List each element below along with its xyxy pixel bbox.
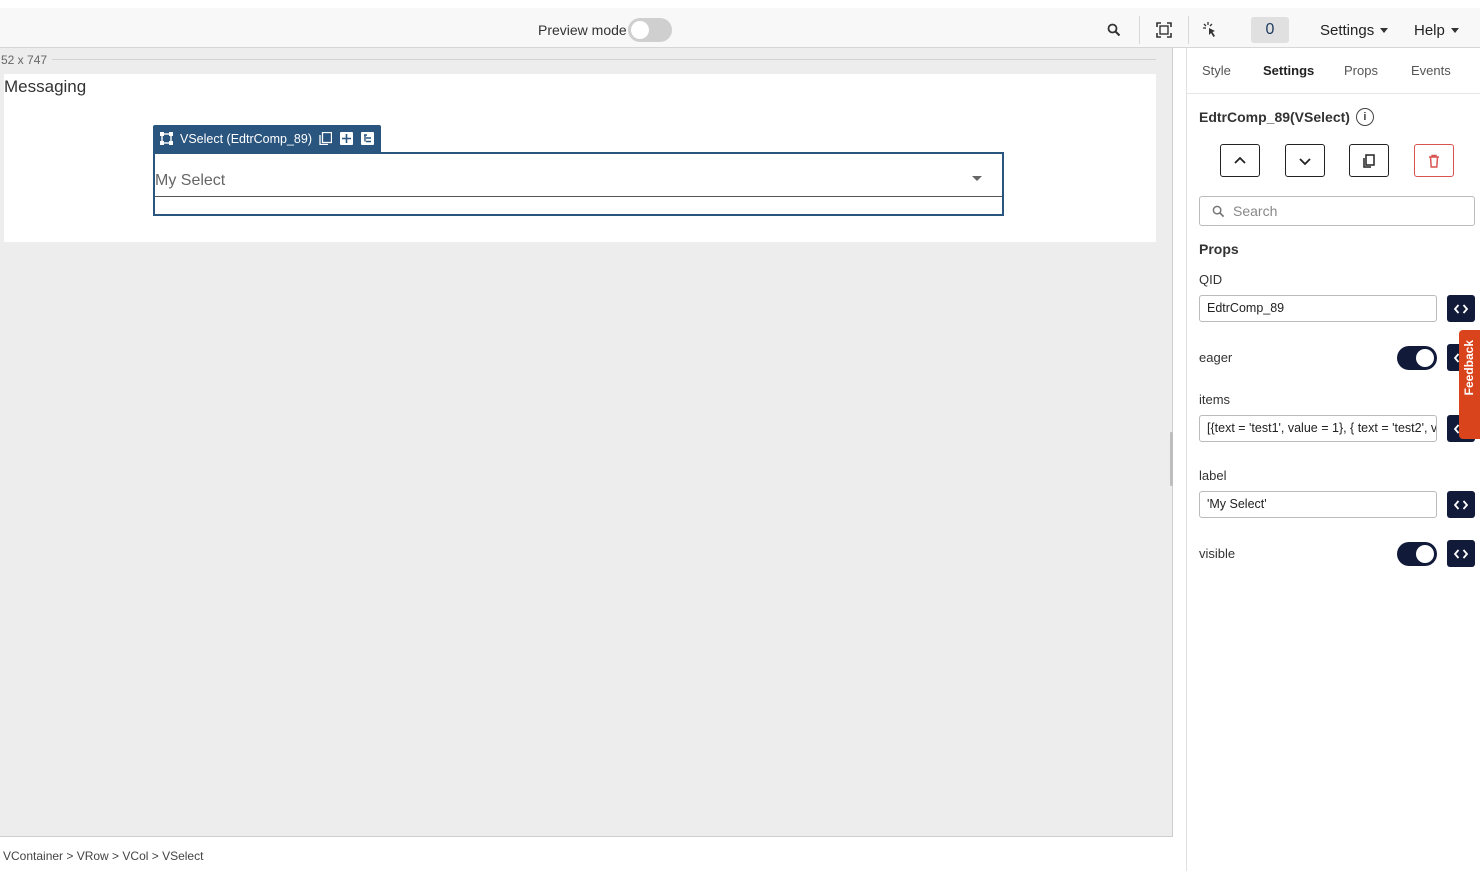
feedback-tab[interactable]: Feedback [1459,330,1480,439]
tab-settings[interactable]: Settings [1263,63,1314,78]
tab-style[interactable]: Style [1202,63,1231,78]
chevron-up-icon [1234,156,1246,164]
props-section-title: Props [1199,241,1239,257]
visible-toggle[interactable] [1397,542,1437,566]
search-placeholder: Search [1233,203,1278,219]
code-icon [1454,303,1468,314]
copy-icon[interactable] [318,131,333,146]
panel-resize-handle[interactable] [1170,432,1173,486]
properties-panel: Style Settings Props Events EdtrComp_89(… [1186,48,1480,871]
delete-button[interactable] [1414,144,1454,177]
visible-label: visible [1199,546,1236,561]
items-label: items [1199,392,1231,407]
fit-screen-icon[interactable] [1152,18,1176,42]
search-icon[interactable] [1102,18,1126,42]
qid-field[interactable]: EdtrComp_89 [1199,295,1437,322]
canvas-dimensions: 52 x 747 [1,53,48,67]
pointer-select-icon[interactable] [1198,18,1222,42]
eager-toggle[interactable] [1397,346,1437,370]
breadcrumb[interactable]: VContainer > VRow > VCol > VSelect [0,848,1158,864]
qid-code-button[interactable] [1447,295,1475,322]
help-menu-button[interactable]: Help [1414,22,1459,39]
eager-label: eager [1199,350,1233,365]
copy-icon [1363,153,1375,168]
move-up-button[interactable] [1220,144,1260,177]
move-icon[interactable] [339,131,354,146]
page-preview[interactable]: Messaging VSelect (EdtrComp_89) My Selec… [4,74,1156,242]
duplicate-button[interactable] [1349,144,1389,177]
panel-tabs: Style Settings Props Events [1187,48,1480,94]
props-search-input[interactable]: Search [1199,196,1475,226]
code-icon [1454,499,1468,510]
move-down-button[interactable] [1285,144,1325,177]
dropdown-arrow-icon[interactable] [972,176,982,181]
component-name-heading: EdtrComp_89(VSelect) i [1199,108,1374,126]
select-label: My Select [155,172,226,189]
change-counter-badge[interactable]: 0 [1251,17,1289,43]
label-label: label [1199,468,1227,483]
component-tag-label: VSelect (EdtrComp_89) [180,131,313,146]
chevron-down-icon [1299,157,1311,165]
items-field[interactable]: [{text = 'test1', value = 1}, { text = '… [1199,415,1437,442]
feedback-label: Feedback [1462,340,1476,396]
visible-code-button[interactable] [1447,540,1475,567]
resize-frame-icon[interactable] [159,131,174,146]
top-toolbar: Preview mode 0 Settings Help [0,8,1480,48]
page-title[interactable]: Messaging [4,77,86,97]
code-icon [1454,548,1468,559]
tab-props[interactable]: Props [1344,63,1378,78]
search-icon [1212,205,1225,217]
select-underline [155,196,1002,197]
help-menu-label: Help [1414,22,1445,39]
tree-icon[interactable] [360,131,375,146]
preview-mode-label: Preview mode [538,22,627,38]
editor-canvas[interactable]: 52 x 747 Messaging VSelect (EdtrComp_89)… [0,48,1173,837]
vselect-component[interactable]: My Select [153,152,1004,216]
label-field[interactable]: 'My Select' [1199,491,1437,518]
selected-component-tag[interactable]: VSelect (EdtrComp_89) [153,125,382,152]
label-code-button[interactable] [1447,491,1475,518]
trash-icon [1429,154,1439,168]
settings-menu-button[interactable]: Settings [1320,22,1389,39]
settings-menu-label: Settings [1320,22,1375,39]
tab-events[interactable]: Events [1411,63,1451,78]
qid-label: QID [1199,272,1223,287]
ruler-line [52,59,1156,60]
preview-mode-toggle[interactable] [628,18,672,42]
chevron-down-icon [1380,28,1389,33]
info-icon[interactable]: i [1355,108,1374,126]
component-name: EdtrComp_89(VSelect) [1199,109,1350,125]
chevron-down-icon [1450,28,1459,33]
